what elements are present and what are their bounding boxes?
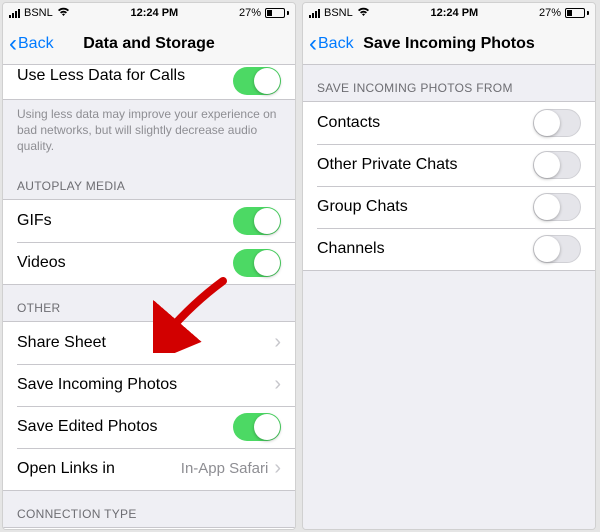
content-scroll[interactable]: Use Less Data for Calls Using less data … [3, 65, 295, 529]
row-proxy[interactable]: Proxy None › [3, 528, 295, 529]
back-label: Back [18, 35, 54, 53]
toggle-other-private[interactable] [533, 151, 581, 179]
chevron-left-icon: ‹ [9, 32, 17, 56]
back-button[interactable]: ‹ Back [303, 32, 354, 56]
row-group-chats[interactable]: Group Chats [303, 186, 595, 228]
row-label: Save Incoming Photos [17, 376, 274, 394]
battery-pct-label: 27% [239, 7, 261, 19]
status-bar: BSNL 12:24 PM 27% [3, 3, 295, 23]
toggle-group-chats[interactable] [533, 193, 581, 221]
row-label: Share Sheet [17, 334, 274, 352]
chevron-right-icon: › [274, 457, 281, 480]
battery-pct-label: 27% [539, 7, 561, 19]
toggle-channels[interactable] [533, 235, 581, 263]
header-autoplay: AUTOPLAY MEDIA [3, 163, 295, 199]
toggle-contacts[interactable] [533, 109, 581, 137]
toggle-use-less-data[interactable] [233, 67, 281, 95]
header-other: OTHER [3, 285, 295, 321]
row-label: Videos [17, 254, 233, 272]
clock-label: 12:24 PM [431, 7, 479, 19]
row-save-edited-photos[interactable]: Save Edited Photos [3, 406, 295, 448]
nav-bar: ‹ Back Data and Storage [3, 23, 295, 65]
row-open-links-in[interactable]: Open Links in In-App Safari › [3, 448, 295, 490]
group-other: Share Sheet › Save Incoming Photos › Sav… [3, 321, 295, 491]
right-screen: BSNL 12:24 PM 27% ‹ Back Save Incoming P… [302, 2, 596, 530]
row-label: Open Links in [17, 460, 181, 478]
row-videos[interactable]: Videos [3, 242, 295, 284]
row-save-incoming-photos[interactable]: Save Incoming Photos › [3, 364, 295, 406]
row-value: In-App Safari [181, 460, 269, 477]
carrier-label: BSNL [24, 7, 53, 19]
wifi-icon [357, 7, 370, 20]
wifi-icon [57, 7, 70, 20]
group-connection: Proxy None › [3, 527, 295, 529]
footer-use-less-data: Using less data may improve your experie… [3, 100, 295, 163]
row-other-private-chats[interactable]: Other Private Chats [303, 144, 595, 186]
row-label: Channels [317, 240, 533, 258]
toggle-save-edited[interactable] [233, 413, 281, 441]
row-channels[interactable]: Channels [303, 228, 595, 270]
row-use-less-data[interactable]: Use Less Data for Calls [3, 65, 295, 99]
back-label: Back [318, 35, 354, 53]
clock-label: 12:24 PM [131, 7, 179, 19]
signal-icon [309, 8, 320, 18]
header-connection: CONNECTION TYPE [3, 491, 295, 527]
left-screen: BSNL 12:24 PM 27% ‹ Back Data and Storag… [2, 2, 296, 530]
row-contacts[interactable]: Contacts [303, 102, 595, 144]
row-label: Contacts [317, 114, 533, 132]
chevron-right-icon: › [274, 331, 281, 354]
status-bar: BSNL 12:24 PM 27% [303, 3, 595, 23]
nav-bar: ‹ Back Save Incoming Photos [303, 23, 595, 65]
row-share-sheet[interactable]: Share Sheet › [3, 322, 295, 364]
battery-icon [565, 8, 589, 18]
row-label: GIFs [17, 212, 233, 230]
group-autoplay: GIFs Videos [3, 199, 295, 285]
row-gifs[interactable]: GIFs [3, 200, 295, 242]
row-label: Use Less Data for Calls [17, 67, 233, 85]
signal-icon [9, 8, 20, 18]
row-label: Other Private Chats [317, 156, 533, 174]
chevron-left-icon: ‹ [309, 32, 317, 56]
group-calls: Use Less Data for Calls [3, 65, 295, 100]
group-save-from: Contacts Other Private Chats Group Chats… [303, 101, 595, 271]
content-scroll[interactable]: SAVE INCOMING PHOTOS FROM Contacts Other… [303, 65, 595, 529]
toggle-videos[interactable] [233, 249, 281, 277]
back-button[interactable]: ‹ Back [3, 32, 54, 56]
carrier-label: BSNL [324, 7, 353, 19]
header-save-from: SAVE INCOMING PHOTOS FROM [303, 65, 595, 101]
chevron-right-icon: › [274, 373, 281, 396]
toggle-gifs[interactable] [233, 207, 281, 235]
row-label: Save Edited Photos [17, 418, 233, 436]
battery-icon [265, 8, 289, 18]
row-label: Group Chats [317, 198, 533, 216]
